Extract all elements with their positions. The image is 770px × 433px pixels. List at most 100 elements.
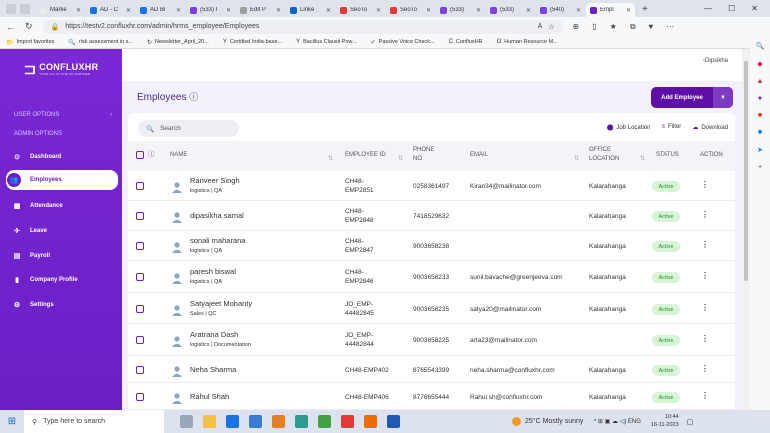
employee-name[interactable]: Aratrana Dash [190,330,251,341]
workspaces-icon[interactable] [20,4,30,14]
row-checkbox[interactable] [136,366,144,374]
sort-id-icon[interactable]: ⇅ [398,155,403,163]
job-location-button[interactable]: ⬤ Job Location [607,124,651,131]
file-explorer-icon[interactable] [203,415,216,428]
close-tab-icon[interactable]: ✕ [126,7,131,14]
add-employee-dropdown[interactable]: ▼ [713,87,733,108]
row-checkbox[interactable] [136,336,144,344]
row-actions-menu[interactable]: ⋮ [701,303,709,312]
mail-icon[interactable] [249,415,262,428]
bookmark-item[interactable]: ↻ Newsletter_April_20... [147,39,209,46]
browser-tab[interactable]: SeoTo ✕ [336,3,385,17]
excel-icon[interactable] [318,415,331,428]
employee-name-cell[interactable]: Satyajeet Mohanty Sales | QC [190,299,252,318]
row-actions-menu[interactable]: ⋮ [701,334,709,343]
more-icon[interactable]: ⋯ [666,22,674,32]
employee-name[interactable]: Ranveer Singh [190,176,240,187]
select-all-checkbox[interactable] [136,151,144,159]
close-tab-icon[interactable]: ✕ [226,7,231,14]
row-actions-menu[interactable]: ⋮ [701,391,709,400]
edge-taskbar-icon[interactable] [226,415,239,428]
sidebar-item-company-profile[interactable]: ▮ Company Profile [8,273,120,287]
profile-icon[interactable] [6,4,16,14]
row-checkbox[interactable] [136,212,144,220]
employee-name[interactable]: Rahul Shah [190,392,229,403]
browser-tab[interactable]: (533) I ✕ [186,3,235,17]
send-icon[interactable]: ➤ [757,146,763,154]
table-row[interactable]: Ranveer Singh logistics | QA CH48- EMP2851 0… [128,171,735,201]
browser-tab[interactable]: Linke ✕ [286,3,335,17]
word-icon[interactable] [387,415,400,428]
col-employee-id[interactable]: EMPLOYEE ID [345,151,386,159]
sort-name-icon[interactable]: ⇅ [328,155,333,163]
sort-email-icon[interactable]: ⇅ [574,155,579,163]
office-taskbar-icon[interactable] [272,415,285,428]
maximize-icon[interactable]: ☐ [728,4,735,13]
outlook-icon[interactable]: ■ [758,129,762,136]
office-icon[interactable]: ■ [758,112,762,119]
close-tab-icon[interactable]: ✕ [326,7,331,14]
row-actions-menu[interactable]: ⋮ [701,271,709,280]
col-status[interactable]: STATUS [656,151,679,159]
col-name[interactable]: NAME [170,151,187,159]
sidebar-item-dashboard[interactable]: ⊙ Dashboard [8,150,120,164]
help-icon[interactable]: ⓘ [189,92,198,102]
table-row[interactable]: Satyajeet Mohanty Sales | QC JO_EMP- 444828… [128,293,735,324]
close-tab-icon[interactable]: ✕ [626,7,631,14]
task-view-icon[interactable] [180,415,193,428]
filter-button[interactable]: ≡ Filter [661,124,681,131]
bookmark-item[interactable]: ✓ Passive Voice Check... [371,39,435,46]
favorite-star-icon[interactable]: ☆ [548,23,554,31]
firefox-icon[interactable] [364,415,377,428]
confluxhr-logo[interactable]: ⊐ CONFLUXHR YOUR ALL IN ONE HR PARTNER [0,49,122,89]
close-tab-icon[interactable]: ✕ [376,7,381,14]
employee-name-cell[interactable]: sonali maharana logistics | QA [190,236,245,255]
table-row[interactable]: sonali maharana logistics | QA CH48- EMP284… [128,231,735,261]
edge-dev-icon[interactable] [295,415,308,428]
table-row[interactable]: Neha Sharma CH48-EMP402 8765543399 neha.sha… [128,356,735,383]
add-employee-button[interactable]: Add Employee ▼ [651,87,733,108]
taskbar-search-input[interactable]: ⚲ Type here to search [24,410,164,433]
browser-tab[interactable]: Empl ✕ [586,3,635,17]
row-checkbox[interactable] [136,393,144,401]
browser-tab[interactable]: Edit P ✕ [236,3,285,17]
read-aloud-icon[interactable]: A [538,23,543,30]
col-email[interactable]: EMAIL [470,151,488,159]
weather-widget[interactable]: 25°C Mostly sunny [512,417,583,426]
close-tab-icon[interactable]: ✕ [426,7,431,14]
close-tab-icon[interactable]: ✕ [76,7,81,14]
table-row[interactable]: Aratrana Dash logistics | Documentation JO… [128,324,735,356]
sidebar-item-employees[interactable]: 👥 Employees [6,170,118,190]
bookmark-item[interactable]: O Human Resource M... [497,39,558,45]
employee-name-cell[interactable]: Aratrana Dash logistics | Documentation [190,330,251,349]
employee-name-cell[interactable]: dipasikha samal [190,211,244,222]
browser-tab[interactable]: Marke ✕ [36,3,85,17]
sidebar-item-payroll[interactable]: ▤ Payroll [8,249,120,263]
employee-name-cell[interactable]: Ranveer Singh logistics | QA [190,176,240,195]
table-row[interactable]: Rahul Shah CH48-EMP406 8776655444 Rahul.sh@… [128,383,735,410]
bookmark-item[interactable]: Y Certified India-base... [223,39,282,45]
close-tab-icon[interactable]: ✕ [526,7,531,14]
row-actions-menu[interactable]: ⋮ [701,364,709,373]
sidebar-item-settings[interactable]: ⚙ Settings [8,298,120,312]
favorites-icon[interactable]: ★ [610,22,617,32]
bookmark-item[interactable]: 📁 Import favorites [6,39,54,46]
col-office-location[interactable]: OFFICE [589,146,611,154]
row-checkbox[interactable] [136,273,144,281]
url-field[interactable]: 🔒 https://testv2.confluxhr.com/admin/hrm… [42,19,563,34]
browser-tab[interactable]: SeoTo ✕ [386,3,435,17]
copilot-icon[interactable]: ♥ [649,22,654,32]
close-tab-icon[interactable]: ✕ [576,7,581,14]
bookmark-item[interactable]: 🔍 risk assessment in s... [68,39,133,46]
close-tab-icon[interactable]: ✕ [176,7,181,14]
table-row[interactable]: dipasikha samal CH48- EMP2848 7418529632 Kal… [128,201,735,231]
row-actions-menu[interactable]: ⋮ [701,240,709,249]
browser-tab[interactable]: (533) ✕ [436,3,485,17]
bookmark-item[interactable]: C ConfluxHR [449,39,483,45]
notifications-icon[interactable]: ▢ [687,418,694,426]
close-tab-icon[interactable]: ✕ [476,7,481,14]
reload-icon[interactable]: ↻ [25,21,33,32]
employee-name[interactable]: Satyajeet Mohanty [190,299,252,310]
back-icon[interactable]: ← [6,22,15,32]
browser-tab[interactable]: AD - C ✕ [86,3,135,17]
